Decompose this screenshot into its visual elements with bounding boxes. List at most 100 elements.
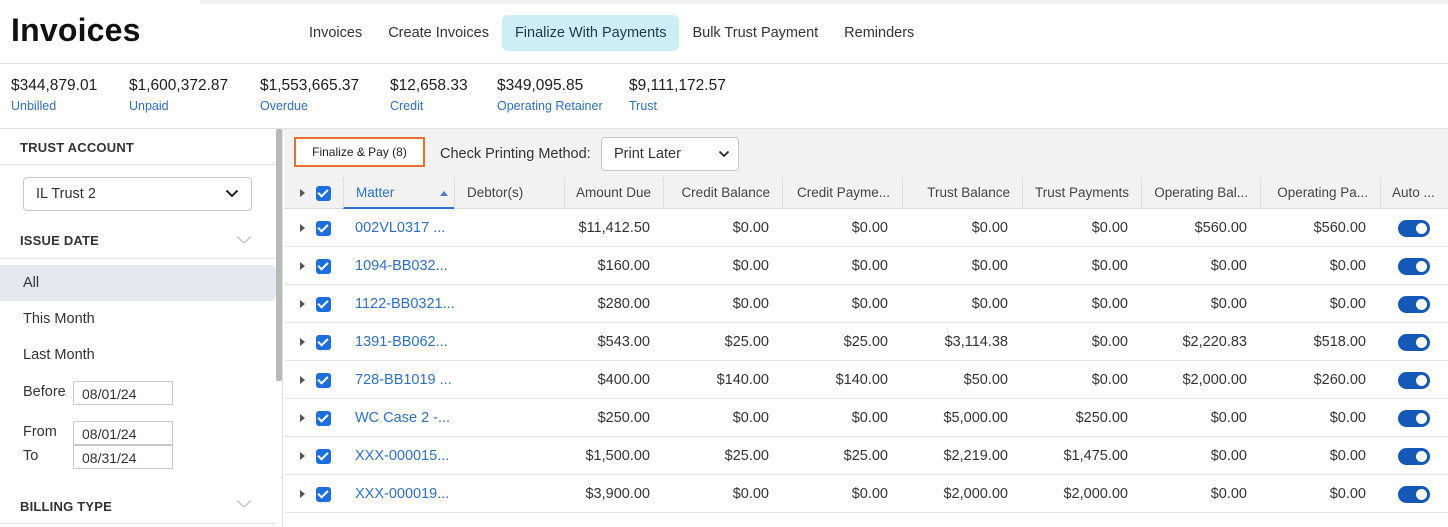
credit-payment-input[interactable]: $25.00 xyxy=(782,323,888,361)
auto-toggle[interactable] xyxy=(1398,486,1430,503)
matter-link[interactable]: XXX-000019... xyxy=(355,475,455,513)
chevron-down-icon[interactable] xyxy=(236,235,252,245)
row-checkbox[interactable] xyxy=(316,221,331,236)
row-checkbox[interactable] xyxy=(316,297,331,312)
credit-payment-input[interactable]: $0.00 xyxy=(782,399,888,437)
tab-create-invoices[interactable]: Create Invoices xyxy=(375,15,502,51)
auto-toggle[interactable] xyxy=(1398,372,1430,389)
col-operating-payment[interactable]: Operating Pa... xyxy=(1260,177,1380,209)
matter-link[interactable]: XXX-000015... xyxy=(355,437,455,475)
expand-row-icon[interactable] xyxy=(300,224,305,232)
expand-row-icon[interactable] xyxy=(300,414,305,422)
auto-toggle[interactable] xyxy=(1398,258,1430,275)
matter-link[interactable]: 728-BB1019 ... xyxy=(355,361,455,399)
before-date-input[interactable]: 08/01/24 xyxy=(73,381,173,405)
chevron-down-icon[interactable] xyxy=(236,499,252,509)
matter-link[interactable]: 1122-BB0321... xyxy=(355,285,455,323)
trust-payment-input[interactable]: $0.00 xyxy=(1022,323,1128,361)
expand-row-icon[interactable] xyxy=(300,490,305,498)
table-row[interactable]: 002VL0317 ... $11,412.50 $0.00 $0.00 $0.00 $0… xyxy=(284,209,1448,247)
summary-operating-retainer[interactable]: $349,095.85 Operating Retainer xyxy=(497,77,603,113)
operating-payment-input[interactable]: $0.00 xyxy=(1260,437,1366,475)
auto-toggle[interactable] xyxy=(1398,220,1430,237)
summary-unbilled[interactable]: $344,879.01 Unbilled xyxy=(11,77,97,113)
row-checkbox[interactable] xyxy=(316,259,331,274)
trust-payment-input[interactable]: $1,475.00 xyxy=(1022,437,1128,475)
trust-payment-input[interactable]: $0.00 xyxy=(1022,247,1128,285)
tab-finalize-with-payments[interactable]: Finalize With Payments xyxy=(501,15,680,51)
summary-trust[interactable]: $9,111,172.57 Trust xyxy=(629,77,726,113)
expand-row-icon[interactable] xyxy=(300,262,305,270)
matter-link[interactable]: 002VL0317 ... xyxy=(355,209,455,247)
summary-label[interactable]: Credit xyxy=(390,99,468,113)
trust-payment-input[interactable]: $250.00 xyxy=(1022,399,1128,437)
expand-row-icon[interactable] xyxy=(300,376,305,384)
operating-payment-input[interactable]: $518.00 xyxy=(1260,323,1366,361)
trust-payment-input[interactable]: $0.00 xyxy=(1022,209,1128,247)
summary-label[interactable]: Unpaid xyxy=(129,99,228,113)
date-option-all[interactable]: All xyxy=(0,265,276,301)
sidebar-scrollbar[interactable] xyxy=(276,129,282,381)
row-checkbox[interactable] xyxy=(316,487,331,502)
auto-toggle[interactable] xyxy=(1398,296,1430,313)
summary-credit[interactable]: $12,658.33 Credit xyxy=(390,77,468,113)
col-amount-due[interactable]: Amount Due xyxy=(564,177,663,209)
col-trust-payments[interactable]: Trust Payments xyxy=(1022,177,1141,209)
credit-payment-input[interactable]: $25.00 xyxy=(782,437,888,475)
tab-invoices[interactable]: Invoices xyxy=(296,15,375,51)
operating-payment-input[interactable]: $0.00 xyxy=(1260,475,1366,513)
matter-link[interactable]: WC Case 2 -... xyxy=(355,399,455,437)
col-debtors[interactable]: Debtor(s) xyxy=(454,177,564,209)
table-row[interactable]: WC Case 2 -... $250.00 $0.00 $0.00 $5,000.00… xyxy=(284,399,1448,437)
summary-unpaid[interactable]: $1,600,372.87 Unpaid xyxy=(129,77,228,113)
operating-payment-input[interactable]: $0.00 xyxy=(1260,285,1366,323)
table-row[interactable]: XXX-000019... $3,900.00 $0.00 $0.00 $2,000.0… xyxy=(284,475,1448,513)
trust-payment-input[interactable]: $2,000.00 xyxy=(1022,475,1128,513)
operating-payment-input[interactable]: $260.00 xyxy=(1260,361,1366,399)
table-row[interactable]: 728-BB1019 ... $400.00 $140.00 $140.00 $50.0… xyxy=(284,361,1448,399)
row-checkbox[interactable] xyxy=(316,411,331,426)
credit-payment-input[interactable]: $140.00 xyxy=(782,361,888,399)
col-matter[interactable]: Matter xyxy=(343,177,454,209)
auto-toggle[interactable] xyxy=(1398,448,1430,465)
col-operating-balance[interactable]: Operating Bal... xyxy=(1141,177,1260,209)
credit-payment-input[interactable]: $0.00 xyxy=(782,475,888,513)
date-option-last-month[interactable]: Last Month xyxy=(0,337,276,373)
summary-label[interactable]: Trust xyxy=(629,99,726,113)
auto-toggle[interactable] xyxy=(1398,410,1430,427)
credit-payment-input[interactable]: $0.00 xyxy=(782,285,888,323)
operating-payment-input[interactable]: $0.00 xyxy=(1260,247,1366,285)
auto-toggle[interactable] xyxy=(1398,334,1430,351)
operating-payment-input[interactable]: $560.00 xyxy=(1260,209,1366,247)
trust-account-select[interactable]: IL Trust 2 xyxy=(23,177,252,211)
tab-reminders[interactable]: Reminders xyxy=(831,15,927,51)
matter-link[interactable]: 1094-BB032... xyxy=(355,247,455,285)
col-credit-balance[interactable]: Credit Balance xyxy=(663,177,782,209)
finalize-pay-button[interactable]: Finalize & Pay (8) xyxy=(294,137,425,167)
col-trust-balance[interactable]: Trust Balance xyxy=(902,177,1022,209)
tab-bulk-trust-payment[interactable]: Bulk Trust Payment xyxy=(679,15,831,51)
table-row[interactable]: 1122-BB0321... $280.00 $0.00 $0.00 $0.00 $0.0… xyxy=(284,285,1448,323)
from-date-input[interactable]: 08/01/24 xyxy=(73,421,173,445)
expand-row-icon[interactable] xyxy=(300,338,305,346)
expand-row-icon[interactable] xyxy=(300,452,305,460)
summary-label[interactable]: Unbilled xyxy=(11,99,97,113)
to-date-input[interactable]: 08/31/24 xyxy=(73,445,173,469)
table-row[interactable]: XXX-000015... $1,500.00 $25.00 $25.00 $2,219… xyxy=(284,437,1448,475)
check-printing-select[interactable]: Print Later xyxy=(601,137,739,171)
table-row[interactable]: 1094-BB032... $160.00 $0.00 $0.00 $0.00 $0.00… xyxy=(284,247,1448,285)
operating-payment-input[interactable]: $0.00 xyxy=(1260,399,1366,437)
trust-payment-input[interactable]: $0.00 xyxy=(1022,361,1128,399)
date-option-this-month[interactable]: This Month xyxy=(0,301,276,337)
col-auto[interactable]: Auto ... xyxy=(1380,177,1448,209)
summary-label[interactable]: Operating Retainer xyxy=(497,99,603,113)
credit-payment-input[interactable]: $0.00 xyxy=(782,247,888,285)
col-credit-payment[interactable]: Credit Payme... xyxy=(782,177,902,209)
credit-payment-input[interactable]: $0.00 xyxy=(782,209,888,247)
row-checkbox[interactable] xyxy=(316,335,331,350)
summary-label[interactable]: Overdue xyxy=(260,99,359,113)
row-checkbox[interactable] xyxy=(316,373,331,388)
trust-payment-input[interactable]: $0.00 xyxy=(1022,285,1128,323)
matter-link[interactable]: 1391-BB062... xyxy=(355,323,455,361)
expand-all-icon[interactable] xyxy=(300,189,305,197)
